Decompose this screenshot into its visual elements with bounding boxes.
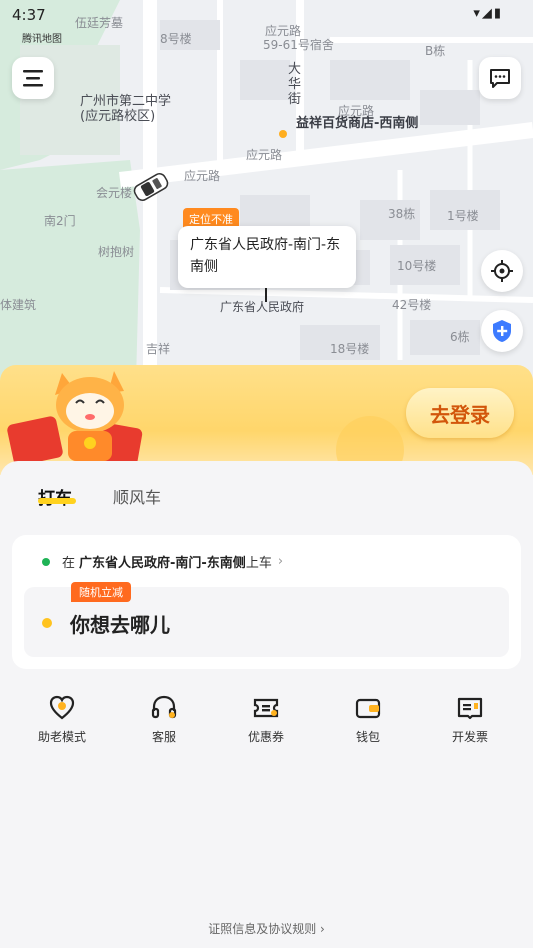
map-label: 南2门 — [44, 214, 76, 228]
car-icon — [133, 173, 169, 201]
chat-icon — [490, 69, 510, 88]
tab-taxi[interactable]: 打车 — [38, 484, 72, 509]
ride-tabs: 打车 顺风车 — [0, 472, 533, 512]
heart-icon — [49, 695, 75, 720]
menu-button[interactable] — [12, 57, 54, 99]
service-shortcuts: 助老模式 客服 优惠券 钱包 开发票 — [0, 690, 533, 750]
map-label: 8号楼 — [160, 32, 192, 46]
pickup-suffix: 上车 — [245, 556, 272, 571]
map-label: 应元路 — [246, 148, 283, 162]
service-wallet[interactable]: 钱包 — [328, 690, 408, 745]
map-label: 广州市第二中学 (应元路校区) — [80, 94, 172, 124]
map-view[interactable]: 4:37 ▾◢▮ 伍廷芳墓 腾讯地图 8号楼 应元路 59-61号宿舍 B栋 大… — [0, 0, 533, 420]
map-label: 10号楼 — [397, 259, 437, 273]
map-label: 广东省人民政府 — [220, 300, 305, 314]
message-button[interactable] — [479, 57, 521, 99]
headset-icon — [151, 695, 177, 719]
service-invoice[interactable]: 开发票 — [430, 690, 510, 745]
map-label: 1号楼 — [447, 209, 479, 223]
service-label: 钱包 — [355, 730, 380, 744]
status-icons: ▾◢▮ — [473, 6, 503, 21]
service-coupons[interactable]: 优惠券 — [226, 690, 306, 745]
active-tab-indicator — [38, 498, 76, 504]
pickup-prefix: 在 — [62, 556, 76, 571]
wallet-icon — [355, 698, 381, 719]
license-and-terms-link[interactable]: 证照信息及协议规则 › — [0, 920, 533, 937]
pickup-location-card[interactable]: 广东省人民政府-南门-东南侧 — [178, 226, 356, 288]
map-label: B栋 — [425, 44, 446, 58]
service-label: 开发票 — [451, 730, 488, 744]
status-time: 4:37 — [12, 6, 46, 24]
coupon-icon — [253, 698, 279, 718]
map-label: 38栋 — [388, 207, 416, 221]
map-label: 伍廷芳墓 — [75, 16, 124, 30]
shield-icon — [493, 320, 511, 342]
map-label: 会元楼 — [96, 186, 133, 200]
invoice-icon — [457, 697, 483, 720]
service-label: 助老模式 — [37, 730, 86, 744]
chevron-right-icon: › — [277, 554, 284, 569]
map-label: 吉祥 — [146, 342, 171, 356]
service-label: 优惠券 — [247, 730, 284, 744]
hamburger-icon — [23, 70, 43, 87]
map-label: 应元路 — [184, 169, 221, 183]
map-label: 6栋 — [450, 330, 470, 344]
service-label: 客服 — [151, 730, 176, 744]
pickup-dot-icon — [42, 557, 50, 566]
destination-placeholder[interactable]: 你想去哪儿 — [70, 609, 170, 638]
tencent-map-logo: 腾讯地图 — [22, 34, 62, 45]
destination-dot-icon — [42, 618, 52, 628]
login-button[interactable]: 去登录 — [406, 388, 514, 438]
map-label: 18号楼 — [330, 342, 370, 356]
promo-badge: 随机立减 — [71, 582, 131, 602]
map-label: 42号楼 — [392, 298, 432, 312]
map-label: 大华街 — [288, 62, 302, 107]
map-label: 59-61号宿舍 — [263, 38, 334, 52]
poi-dot — [279, 130, 287, 138]
service-elder-mode[interactable]: 助老模式 — [22, 690, 102, 745]
pickup-row[interactable]: 在 广东省人民政府-南门-东南侧 上车 › — [42, 552, 283, 571]
map-label: 树抱树 — [98, 245, 135, 259]
crosshair-icon — [491, 260, 513, 282]
map-label: 体建筑 — [0, 298, 37, 312]
service-customer-support[interactable]: 客服 — [124, 690, 204, 745]
safety-button[interactable] — [481, 310, 523, 352]
locate-button[interactable] — [481, 250, 523, 292]
tab-carpool[interactable]: 顺风车 — [113, 484, 161, 508]
pickup-place: 广东省人民政府-南门-东南侧 — [79, 556, 246, 571]
map-label[interactable]: 益祥百货商店-西南侧 — [296, 114, 426, 134]
